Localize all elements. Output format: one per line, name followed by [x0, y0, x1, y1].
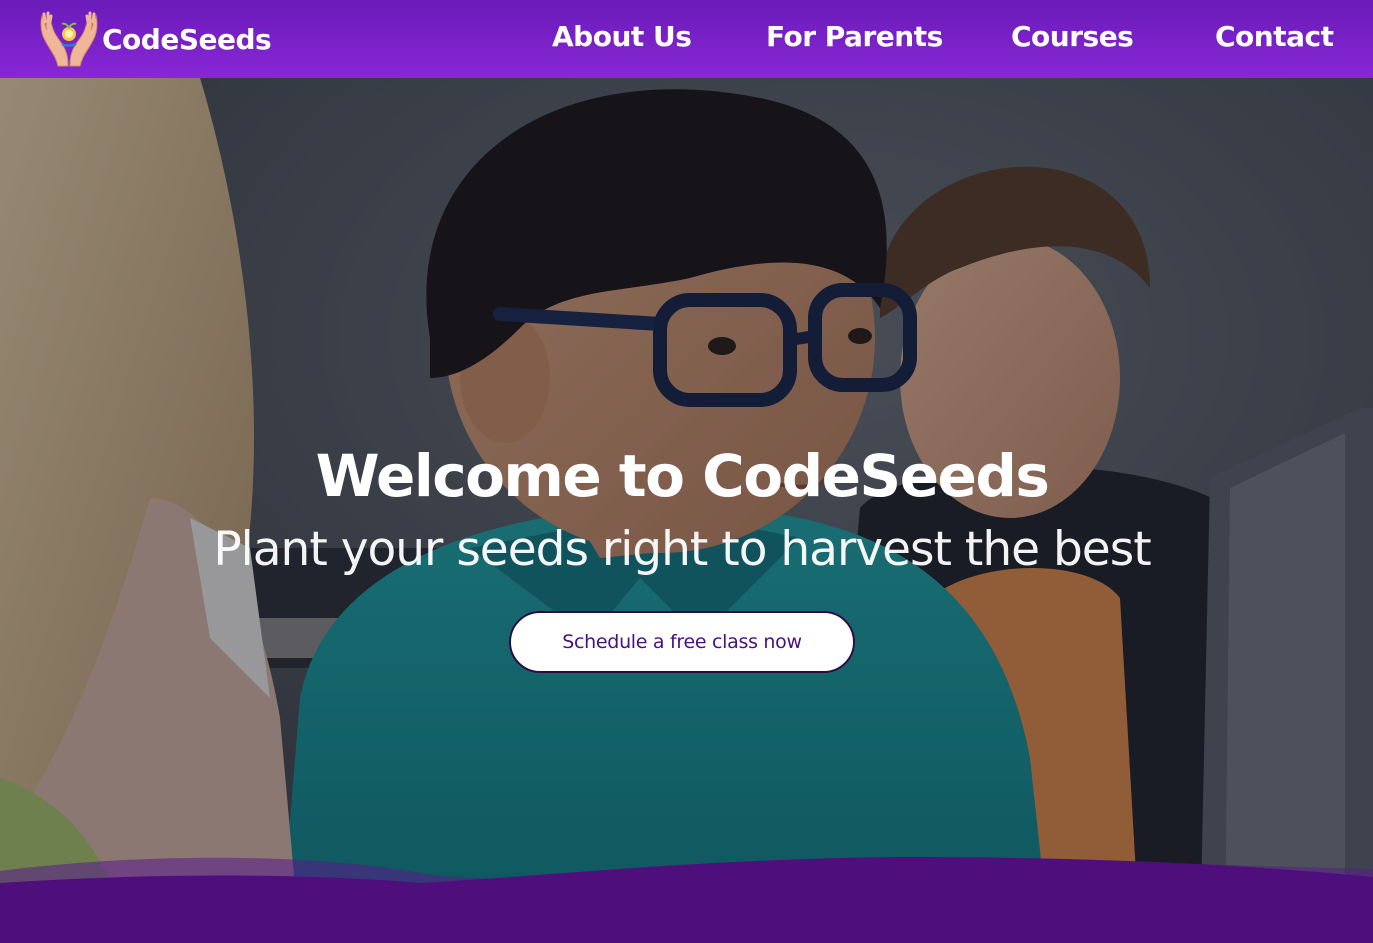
brand-name: CodeSeeds: [102, 22, 272, 56]
hands-seed-icon: [40, 11, 98, 67]
bottom-wave-divider: [0, 857, 1373, 943]
schedule-free-class-button[interactable]: Schedule a free class now: [509, 611, 855, 673]
top-navbar: CodeSeeds About Us For Parents Courses C…: [0, 0, 1373, 78]
page: CodeSeeds About Us For Parents Courses C…: [0, 0, 1373, 943]
hero-dark-overlay: [0, 78, 1373, 943]
brand-logo-link[interactable]: CodeSeeds: [38, 10, 272, 68]
hero-subtitle: Plant your seeds right to harvest the be…: [213, 522, 1151, 577]
hero-title: Welcome to CodeSeeds: [315, 442, 1050, 510]
hero-section: [0, 78, 1373, 943]
nav-contact[interactable]: Contact: [1215, 20, 1334, 53]
nav-courses[interactable]: Courses: [1011, 20, 1134, 53]
nav-for-parents[interactable]: For Parents: [766, 20, 943, 53]
nav-about-us[interactable]: About Us: [552, 20, 692, 53]
